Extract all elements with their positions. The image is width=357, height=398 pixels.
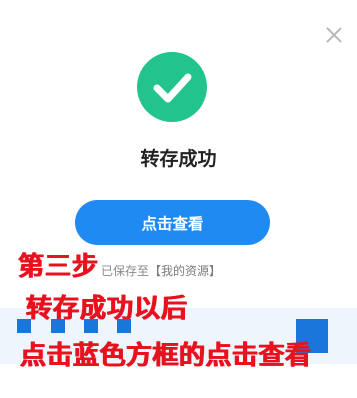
view-button-label: 点击查看 [141,214,204,233]
view-button[interactable]: 点击查看 [75,200,270,245]
close-icon[interactable] [325,26,343,44]
success-title: 转存成功 [140,148,217,170]
saved-location-note: 已保存至【我的资源】 [101,262,221,279]
annotation-line-3: 点击蓝色方框的点击查看 [20,341,312,371]
annotation-step-title: 第三步 [18,252,100,282]
saved-prefix: 已保存至 [101,264,150,278]
annotation-line-2: 转存成功以后 [26,294,189,324]
my-resources-link[interactable]: 【我的资源】 [149,264,221,278]
checkmark-icon [137,52,207,122]
